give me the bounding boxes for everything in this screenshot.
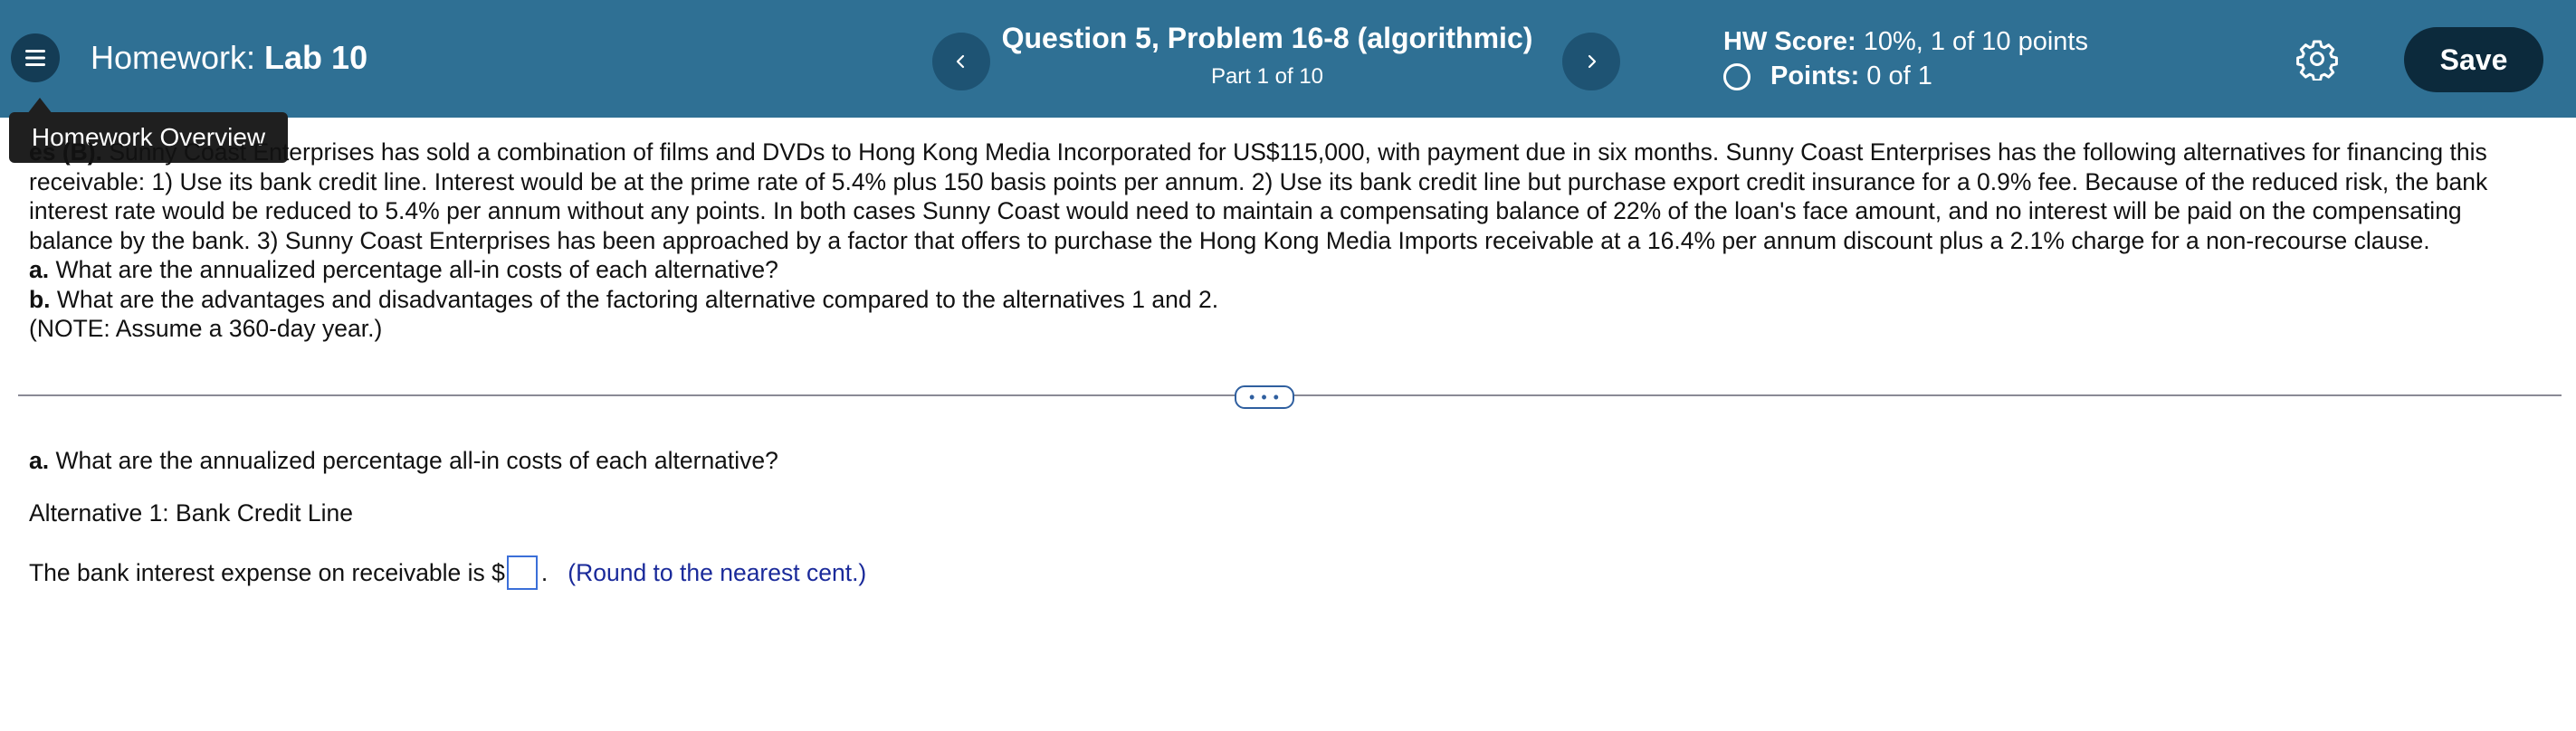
- question-a-text: What are the annualized percentage all-i…: [49, 256, 778, 283]
- next-question-button[interactable]: [1562, 33, 1620, 90]
- status-circle-icon: [1723, 62, 1751, 90]
- chevron-right-icon: [1588, 54, 1597, 69]
- top-bar: Homework: Lab 10 Question 5, Problem 16-8…: [0, 0, 2576, 118]
- hamburger-icon: [25, 50, 45, 66]
- rounding-hint: (Round to the nearest cent.): [568, 558, 867, 586]
- hw-score: HW Score: 10%, 1 of 10 points: [1723, 27, 2088, 57]
- problem-text: es (B). Sunny Coast Enterprises has sold…: [29, 138, 2527, 255]
- question-b-text: What are the advantages and disadvantage…: [50, 285, 1219, 313]
- homework-title: Homework: Lab 10: [91, 39, 367, 77]
- homework-label: Homework:: [91, 39, 256, 76]
- menu-button[interactable]: [11, 33, 60, 82]
- answer-question-label: a.: [29, 447, 50, 474]
- problem-body: Sunny Coast Enterprises has sold a combi…: [29, 138, 2488, 254]
- problem-note: (NOTE: Assume a 360-day year.): [29, 315, 383, 342]
- statement-prefix: The bank interest expense on receivable …: [29, 558, 505, 586]
- interest-expense-input[interactable]: [506, 555, 538, 590]
- answer-statement: The bank interest expense on receivable …: [29, 555, 866, 590]
- points-label: Points:: [1770, 62, 1860, 90]
- question-a-label: a.: [29, 256, 50, 283]
- problem-prefix: es (B).: [29, 138, 102, 166]
- question-title: Question 5, Problem 16-8 (algorithmic): [1001, 22, 1533, 54]
- hw-score-label: HW Score:: [1723, 27, 1856, 56]
- question-b-label: b.: [29, 285, 51, 313]
- settings-gear-icon[interactable]: [2295, 37, 2339, 81]
- expand-collapse-handle[interactable]: • • •: [1235, 385, 1294, 409]
- statement-suffix: .: [540, 558, 549, 586]
- answer-question: a. What are the annualized percentage al…: [29, 447, 778, 475]
- hw-score-value: 10%, 1 of 10 points: [1863, 27, 2088, 56]
- homework-name: Lab 10: [264, 39, 368, 76]
- points-value: 0 of 1: [1866, 62, 1932, 90]
- question-a: a. What are the annualized percentage al…: [29, 255, 2527, 285]
- question-b: b. What are the advantages and disadvant…: [29, 285, 2527, 315]
- answer-question-text: What are the annualized percentage all-i…: [49, 447, 778, 474]
- problem-statement: es (B). Sunny Coast Enterprises has sold…: [29, 138, 2527, 344]
- save-button[interactable]: Save: [2404, 27, 2543, 92]
- part-indicator: Part 1 of 10: [1210, 64, 1324, 89]
- points-status: Points: 0 of 1: [1723, 62, 1932, 91]
- alternative-heading: Alternative 1: Bank Credit Line: [29, 499, 353, 527]
- chevron-left-icon: [956, 54, 965, 69]
